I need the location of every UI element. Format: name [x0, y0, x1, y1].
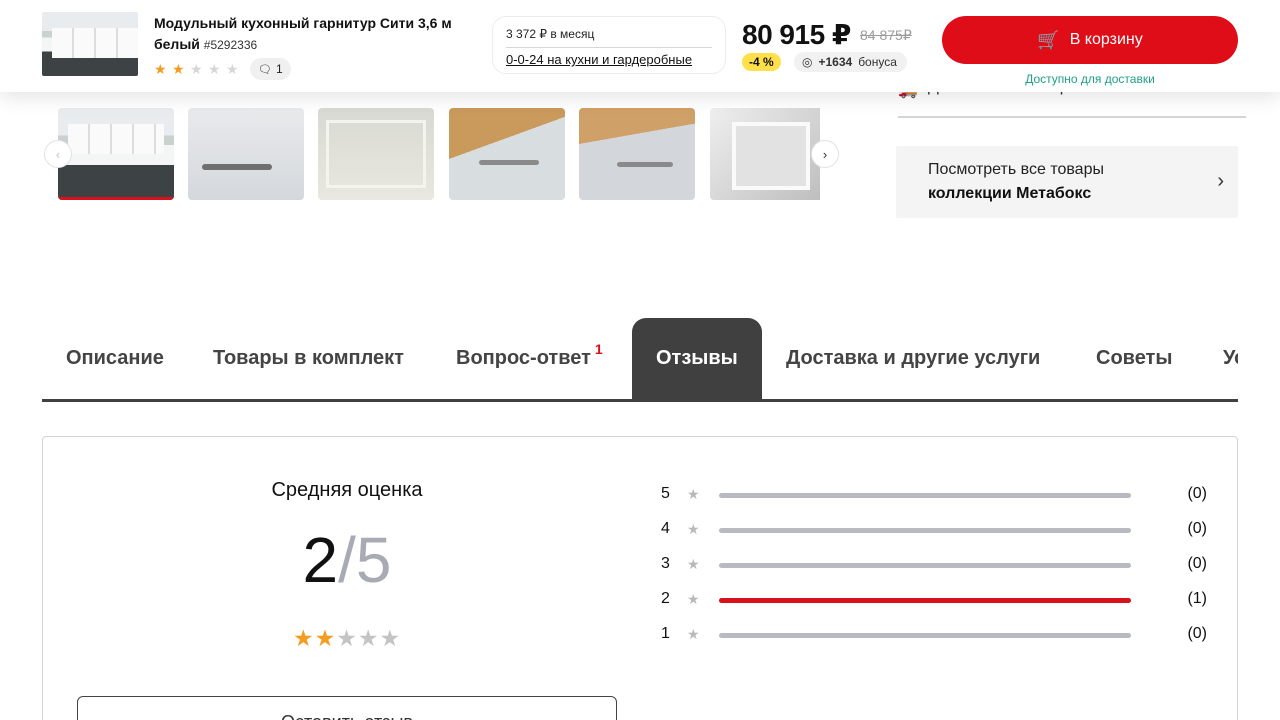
collection-link[interactable]: Посмотреть все товары коллекции Метабокс… [896, 146, 1238, 218]
current-price: 80 915 ₽ [742, 19, 851, 50]
product-title-text: Модульный кухонный гарнитур Сити 3,6 м б… [154, 15, 452, 52]
star-icon: ★ [687, 626, 700, 642]
star-filled-icon: ★ [314, 625, 337, 651]
tab-label: Описание [66, 347, 164, 369]
rating-bar [719, 563, 1131, 568]
rating-count: (0) [1187, 485, 1207, 502]
star-filled-icon: ★ [154, 61, 167, 77]
tab-description[interactable]: Описание [42, 318, 188, 399]
rating-row-4[interactable]: 4 ★ (0) [661, 520, 1207, 540]
rating-row-1[interactable]: 1 ★ (0) [661, 625, 1207, 645]
thumbnail-open-cabinet[interactable] [318, 108, 434, 200]
average-rating-title: Средняя оценка [271, 479, 423, 501]
star-icon: ★ [687, 591, 700, 607]
tab-badge: 1 [594, 340, 603, 357]
old-price: 84 875₽ [860, 27, 912, 43]
tab-label: Отзывы [656, 347, 738, 369]
chevron-right-icon: › [1217, 170, 1224, 192]
discount-badge: -4 % [742, 53, 781, 71]
tab-label: Услуги [1223, 347, 1238, 369]
star-empty-icon: ★ [379, 625, 402, 651]
sticky-product-header: Модульный кухонный гарнитур Сити 3,6 м б… [0, 0, 1280, 92]
collection-line1: Посмотреть все товары [928, 161, 1104, 178]
average-rating-max: /5 [338, 524, 392, 596]
rating-row-5[interactable]: 5 ★ (0) [661, 485, 1207, 505]
tab-services[interactable]: Услуги [1199, 318, 1238, 399]
rating-count: (1) [1187, 590, 1207, 607]
product-rating[interactable]: ★ ★ ★ ★ ★ 🗨 1 [154, 58, 291, 80]
tab-kit-items[interactable]: Товары в комплект [189, 318, 428, 399]
thumbnail-countertop-handle[interactable] [579, 108, 695, 200]
rating-level: 2 [661, 590, 670, 607]
thumbnail-wooden-countertop[interactable] [449, 108, 565, 200]
comments-badge[interactable]: 🗨 1 [250, 58, 291, 80]
availability-text: Доступно для доставки [1025, 72, 1155, 86]
star-icon: ★ [687, 556, 700, 572]
comment-icon: 🗨 [258, 63, 272, 76]
tab-reviews[interactable]: Отзывы [632, 318, 762, 399]
cart-icon: 🛒 [1037, 29, 1060, 50]
rating-count: (0) [1187, 555, 1207, 572]
average-rating-value: 2/5 [43, 523, 651, 597]
add-to-cart-button[interactable]: 🛒 В корзину [942, 16, 1238, 64]
rating-bar-fill [719, 598, 1131, 603]
star-filled-icon: ★ [292, 625, 315, 651]
rating-count: (0) [1187, 520, 1207, 537]
bonus-coins-icon: ◎ [802, 55, 813, 69]
product-sku: #5292336 [203, 38, 258, 52]
product-title: Модульный кухонный гарнитур Сити 3,6 м б… [154, 13, 474, 56]
tab-label: Советы [1096, 347, 1173, 369]
divider [506, 47, 712, 48]
star-filled-icon: ★ [172, 61, 185, 77]
rating-bar [719, 633, 1131, 638]
thumbnail-open-drawer[interactable] [710, 108, 820, 200]
bonus-label: бонуса [858, 55, 897, 69]
gallery-next-button[interactable]: › [811, 140, 839, 168]
product-tabs: Описание Товары в комплект Вопрос-ответ 1… [42, 318, 1238, 402]
rating-level: 1 [661, 625, 670, 642]
tab-label: Вопрос-ответ [456, 347, 591, 369]
bonus-badge: ◎ +1634 бонуса [794, 52, 907, 72]
star-empty-icon: ★ [357, 625, 380, 651]
rating-bar [719, 493, 1131, 498]
rating-bar [719, 598, 1131, 603]
reviews-summary: Средняя оценка 2/5 ★★★★★ Оставить отзыв … [42, 436, 1238, 720]
star-icon: ★ [687, 521, 700, 537]
star-empty-icon: ★ [190, 61, 203, 77]
average-rating-number: 2 [302, 524, 339, 596]
rating-level: 4 [661, 520, 670, 537]
rating-row-3[interactable]: 3 ★ (0) [661, 555, 1207, 575]
add-to-cart-label: В корзину [1069, 31, 1143, 48]
credit-monthly: 3 372 ₽ в месяц [506, 27, 595, 41]
leave-review-button[interactable]: Оставить отзыв [77, 696, 617, 720]
thumbnail-kitchen-set[interactable] [58, 108, 174, 200]
star-empty-icon: ★ [208, 61, 221, 77]
star-empty-icon: ★ [226, 61, 239, 77]
comments-count: 1 [275, 62, 283, 76]
tab-questions[interactable]: Вопрос-ответ 1 [432, 318, 627, 399]
collection-line2: коллекции Метабокс [928, 185, 1092, 202]
gallery-prev-button[interactable]: ‹ [44, 140, 72, 168]
rating-count: (0) [1187, 625, 1207, 642]
credit-link[interactable]: 0-0-24 на кухни и гардеробные [506, 52, 692, 67]
gallery-thumbnails [58, 108, 820, 200]
star-empty-icon: ★ [336, 625, 358, 651]
rating-bar [719, 528, 1131, 533]
tab-label: Товары в комплект [213, 347, 404, 369]
chevron-left-icon: ‹ [55, 146, 61, 162]
rating-level: 3 [661, 555, 670, 572]
rating-row-2[interactable]: 2 ★ (1) [661, 590, 1207, 610]
tab-label: Доставка и другие услуги [786, 347, 1041, 369]
product-image[interactable] [42, 12, 138, 76]
credit-offer: 3 372 ₽ в месяц 0-0-24 на кухни и гардер… [492, 16, 726, 74]
tab-delivery[interactable]: Доставка и другие услуги [762, 318, 1064, 399]
thumbnail-door-handle[interactable] [188, 108, 304, 200]
star-icon: ★ [687, 486, 700, 502]
tab-tips[interactable]: Советы [1072, 318, 1196, 399]
bonus-amount: +1634 [818, 55, 853, 69]
chevron-right-icon: › [822, 146, 828, 162]
average-rating-stars: ★★★★★ [43, 625, 651, 652]
rating-level: 5 [661, 485, 670, 502]
